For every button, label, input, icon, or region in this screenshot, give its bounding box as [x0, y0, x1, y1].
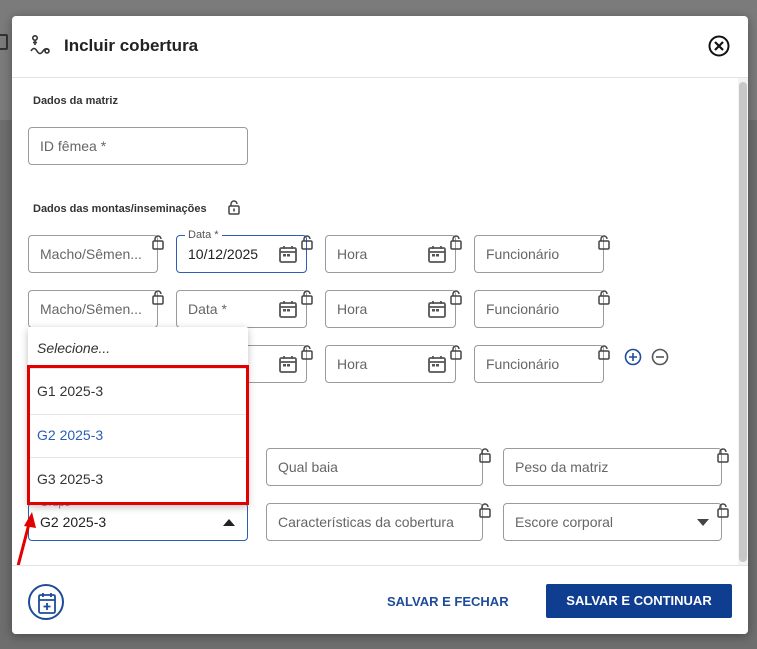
lock-icon[interactable]	[228, 200, 240, 215]
grupo-value: G2 2025-3	[40, 514, 107, 530]
hora-field[interactable]: Hora	[325, 345, 456, 383]
calendar-add-icon	[38, 593, 56, 614]
qual-baia-field[interactable]: Qual baia	[266, 448, 483, 486]
macho-semen-field[interactable]: Macho/Sêmen...	[28, 290, 158, 328]
caret-down-icon	[697, 519, 709, 526]
calendar-icon[interactable]	[427, 244, 447, 264]
annotation-highlight-box	[27, 365, 249, 505]
calendar-icon[interactable]	[427, 299, 447, 319]
lock-icon[interactable]	[479, 503, 491, 518]
scrollbar-thumb[interactable]	[739, 82, 747, 562]
dropdown-placeholder[interactable]: Selecione...	[28, 340, 248, 356]
add-calendar-button[interactable]	[28, 584, 64, 620]
data-placeholder: Data *	[188, 301, 227, 317]
lock-icon[interactable]	[152, 290, 164, 305]
caracteristicas-field[interactable]: Características da cobertura	[266, 503, 483, 541]
add-row-icon[interactable]	[624, 348, 642, 366]
peso-matriz-field[interactable]: Peso da matriz	[503, 448, 722, 486]
breeding-icon	[30, 34, 50, 55]
lock-icon[interactable]	[598, 290, 610, 305]
incluir-cobertura-dialog: Incluir cobertura Dados da matriz ID fêm…	[12, 16, 748, 634]
funcionario-field[interactable]: Funcionário	[474, 235, 604, 273]
hora-placeholder: Hora	[337, 301, 368, 317]
data-field[interactable]: Data *	[176, 290, 307, 328]
close-icon[interactable]	[707, 34, 731, 58]
calendar-icon[interactable]	[278, 244, 298, 264]
section-montas-label: Dados das montas/inseminações	[33, 203, 207, 215]
lock-icon[interactable]	[598, 345, 610, 360]
save-and-continue-button[interactable]: SALVAR E CONTINUAR	[546, 584, 732, 618]
calendar-icon[interactable]	[427, 354, 447, 374]
section-matriz-label: Dados da matriz	[33, 95, 118, 107]
lock-icon[interactable]	[301, 345, 313, 360]
dialog-header: Incluir cobertura	[12, 16, 748, 78]
caret-up-icon	[223, 519, 235, 526]
escore-placeholder: Escore corporal	[515, 514, 614, 530]
lock-icon[interactable]	[479, 448, 491, 463]
annotation-arrow-icon	[16, 512, 36, 565]
hora-field[interactable]: Hora	[325, 235, 456, 273]
lock-icon[interactable]	[598, 235, 610, 250]
dialog-footer: SALVAR E FECHAR SALVAR E CONTINUAR	[12, 565, 748, 634]
remove-row-icon[interactable]	[651, 348, 669, 366]
lock-icon[interactable]	[450, 235, 462, 250]
save-and-close-button[interactable]: SALVAR E FECHAR	[387, 594, 509, 609]
funcionario-field[interactable]: Funcionário	[474, 290, 604, 328]
lock-icon[interactable]	[301, 235, 313, 250]
escore-corporal-select[interactable]: Escore corporal	[503, 503, 722, 541]
lock-icon[interactable]	[450, 345, 462, 360]
lock-icon[interactable]	[301, 290, 313, 305]
lock-icon[interactable]	[717, 503, 729, 518]
background-calendar-icon	[0, 34, 8, 50]
dialog-body: Dados da matriz ID fêmea * Dados das mon…	[12, 78, 748, 565]
calendar-icon[interactable]	[278, 299, 298, 319]
data-floating-label: Data *	[185, 229, 222, 241]
hora-field[interactable]: Hora	[325, 290, 456, 328]
lock-icon[interactable]	[450, 290, 462, 305]
calendar-icon[interactable]	[278, 354, 298, 374]
lock-icon[interactable]	[717, 448, 729, 463]
id-femea-field[interactable]: ID fêmea *	[28, 127, 248, 165]
macho-semen-field[interactable]: Macho/Sêmen...	[28, 235, 158, 273]
dialog-title: Incluir cobertura	[64, 36, 199, 55]
funcionario-field[interactable]: Funcionário	[474, 345, 604, 383]
hora-placeholder: Hora	[337, 356, 368, 372]
lock-icon[interactable]	[152, 235, 164, 250]
hora-placeholder: Hora	[337, 246, 368, 262]
data-value: 10/12/2025	[188, 246, 259, 262]
